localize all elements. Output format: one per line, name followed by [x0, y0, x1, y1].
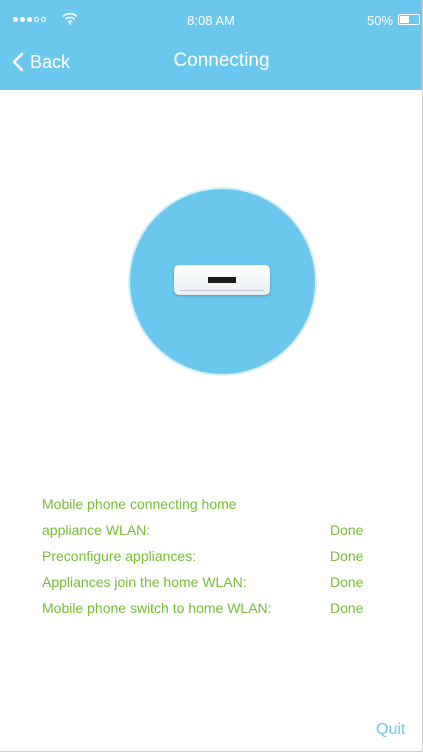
battery-percentage: 50%	[367, 13, 394, 28]
status-time: 8:08 AM	[187, 13, 235, 28]
page-title: Connecting	[173, 50, 270, 71]
header: 8:08 AM 50% Back Connecting	[0, 0, 422, 90]
step-label: Preconfigure appliances:	[42, 548, 197, 564]
connecting-screen: 8:08 AM 50% Back Connecting Mobile phone…	[0, 0, 423, 752]
battery-level-fill	[400, 16, 409, 23]
step-label: Mobile phone connecting home appliance W…	[42, 496, 237, 538]
step-status: Done	[330, 522, 364, 538]
step-label: Appliances join the home WLAN:	[42, 574, 247, 590]
connection-progress-list: Mobile phone connecting home appliance W…	[42, 491, 392, 621]
step-status: Done	[330, 574, 364, 590]
progress-step: Mobile phone switch to home WLAN: Done	[42, 595, 392, 621]
progress-step: Preconfigure appliances: Done	[42, 543, 392, 569]
navigation-bar: Back Connecting	[0, 40, 422, 88]
air-conditioner-icon	[174, 265, 270, 295]
battery-icon	[398, 14, 420, 25]
progress-step: Appliances join the home WLAN: Done	[42, 569, 392, 595]
status-bar: 8:08 AM 50%	[0, 0, 422, 40]
step-status: Done	[330, 600, 364, 616]
step-status: Done	[330, 548, 364, 564]
progress-step: Mobile phone connecting home appliance W…	[42, 491, 392, 543]
quit-button[interactable]: Quit	[376, 721, 405, 739]
step-label: Mobile phone switch to home WLAN:	[42, 600, 272, 616]
